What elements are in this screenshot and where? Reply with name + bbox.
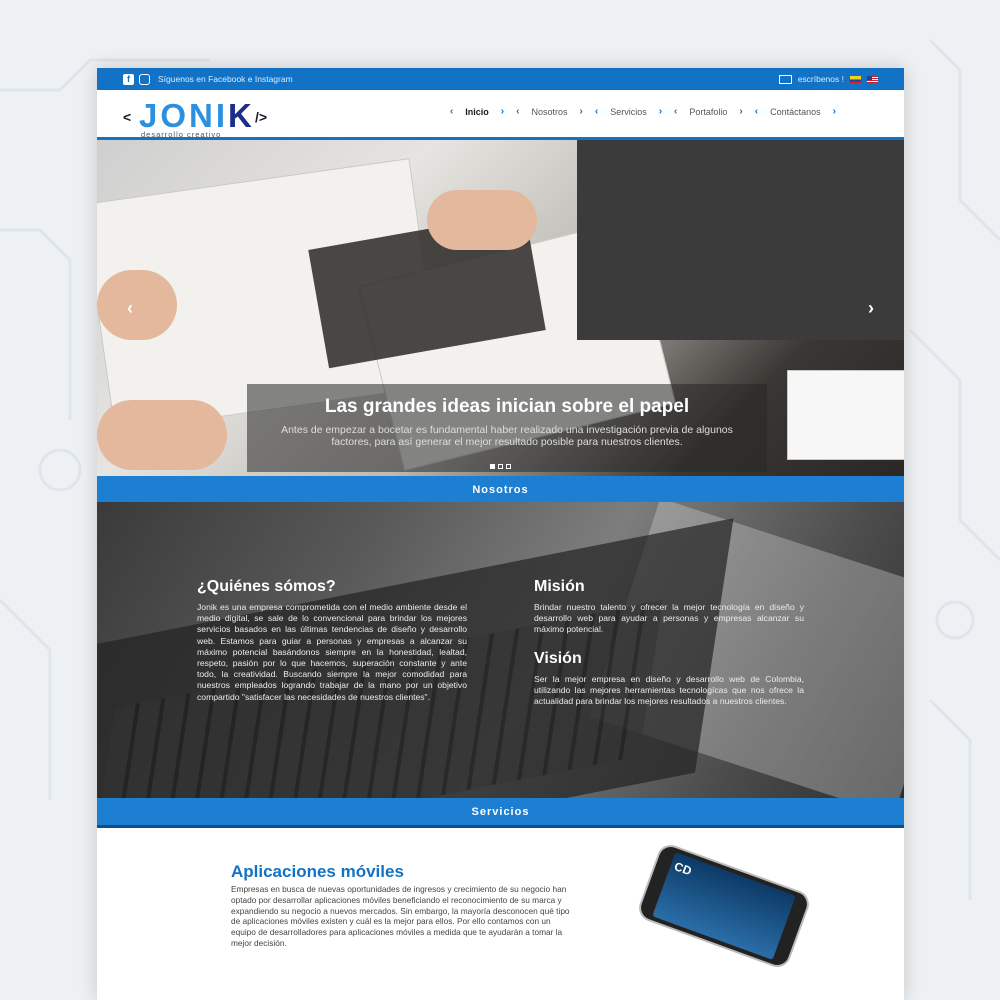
mission-text: Brindar nuestro talento y ofrecer la mej… [534,602,804,635]
hero-caption: Las grandes ideas inician sobre el papel… [247,384,767,472]
hero-hand [97,270,177,340]
services-section: Aplicaciones móviles Empresas en busca d… [97,828,904,1000]
social-text: Síguenos en Facebook e Instagram [158,74,293,84]
chevron-right-icon: › [579,106,583,117]
vision-text: Ser la mejor empresa en diseño y desarro… [534,673,804,707]
section-bar-servicios: Servicios [97,798,904,828]
nav-item-nosotros[interactable]: Nosotros [531,107,567,117]
website-page: f Síguenos en Facebook e Instagram escrí… [97,68,904,1000]
chevron-left-icon: ‹ [594,106,599,117]
service-text: Empresas en busca de nuevas oportunidade… [231,884,570,948]
chevron-right-icon: › [739,106,743,117]
who-column: ¿Quiénes sómos? Jonik es una empresa com… [197,578,467,703]
logo-open-bracket: < [123,109,132,125]
site-header: < JONIK /> desarrollo creativo ‹ Inicio … [97,90,904,140]
hero-hand [427,190,537,250]
slider-dot[interactable] [506,464,511,469]
mission-column: Misión Brindar nuestro talento y ofrecer… [534,578,804,707]
main-nav: ‹ Inicio › ‹ Nosotros › ‹ Servicios › ‹ … [450,106,836,117]
jonik-logo[interactable]: < JONIK /> desarrollo creativo [123,92,273,139]
phone-icon: CD [635,841,813,971]
chevron-left-icon: ‹ [516,106,520,117]
slider-next-arrow[interactable]: › [868,298,874,319]
slider-dots [490,464,511,469]
social-topbar: f Síguenos en Facebook e Instagram escrí… [97,68,904,90]
about-section: ¿Quiénes sómos? Jonik es una empresa com… [97,502,904,798]
chevron-left-icon: ‹ [674,106,678,117]
chevron-right-icon: › [832,106,836,117]
chevron-right-icon: › [658,106,663,117]
hero-title: Las grandes ideas inician sobre el papel [324,396,690,417]
who-text: Jonik es una empresa comprometida con el… [197,602,467,702]
chevron-left-icon: ‹ [449,106,454,117]
slider-prev-arrow[interactable]: ‹ [127,298,133,319]
slider-dot[interactable] [490,464,495,469]
hero-paper-sheet [787,370,904,460]
section-title-servicios: Servicios [471,806,530,818]
email-link[interactable]: escríbenos ! [798,74,844,84]
section-title-nosotros: Nosotros [472,484,529,496]
chevron-left-icon: ‹ [754,106,759,117]
nav-item-portafolio[interactable]: Portafolio [689,107,727,117]
slider-dot[interactable] [498,464,503,469]
vision-title: Visión [534,649,582,667]
hero-text: Antes de empezar a bocetar es fundamenta… [281,424,733,448]
service-title: Aplicaciones móviles [231,862,404,881]
flag-usa-icon[interactable] [867,75,878,83]
mission-title: Misión [534,578,585,595]
nav-item-servicios[interactable]: Servicios [610,107,647,117]
instagram-icon[interactable] [139,73,150,85]
hero-sweater-sleeve [577,140,904,340]
hero-hand [97,400,227,470]
chevron-right-icon: › [500,106,505,117]
mail-icon[interactable] [778,74,792,84]
nav-item-contactanos[interactable]: Contáctanos [770,107,821,117]
nav-item-inicio[interactable]: Inicio [465,107,489,117]
who-title: ¿Quiénes sómos? [197,578,336,595]
logo-close-bracket: /> [255,109,268,125]
facebook-icon[interactable]: f [123,73,134,85]
flag-colombia-icon[interactable] [850,75,861,83]
